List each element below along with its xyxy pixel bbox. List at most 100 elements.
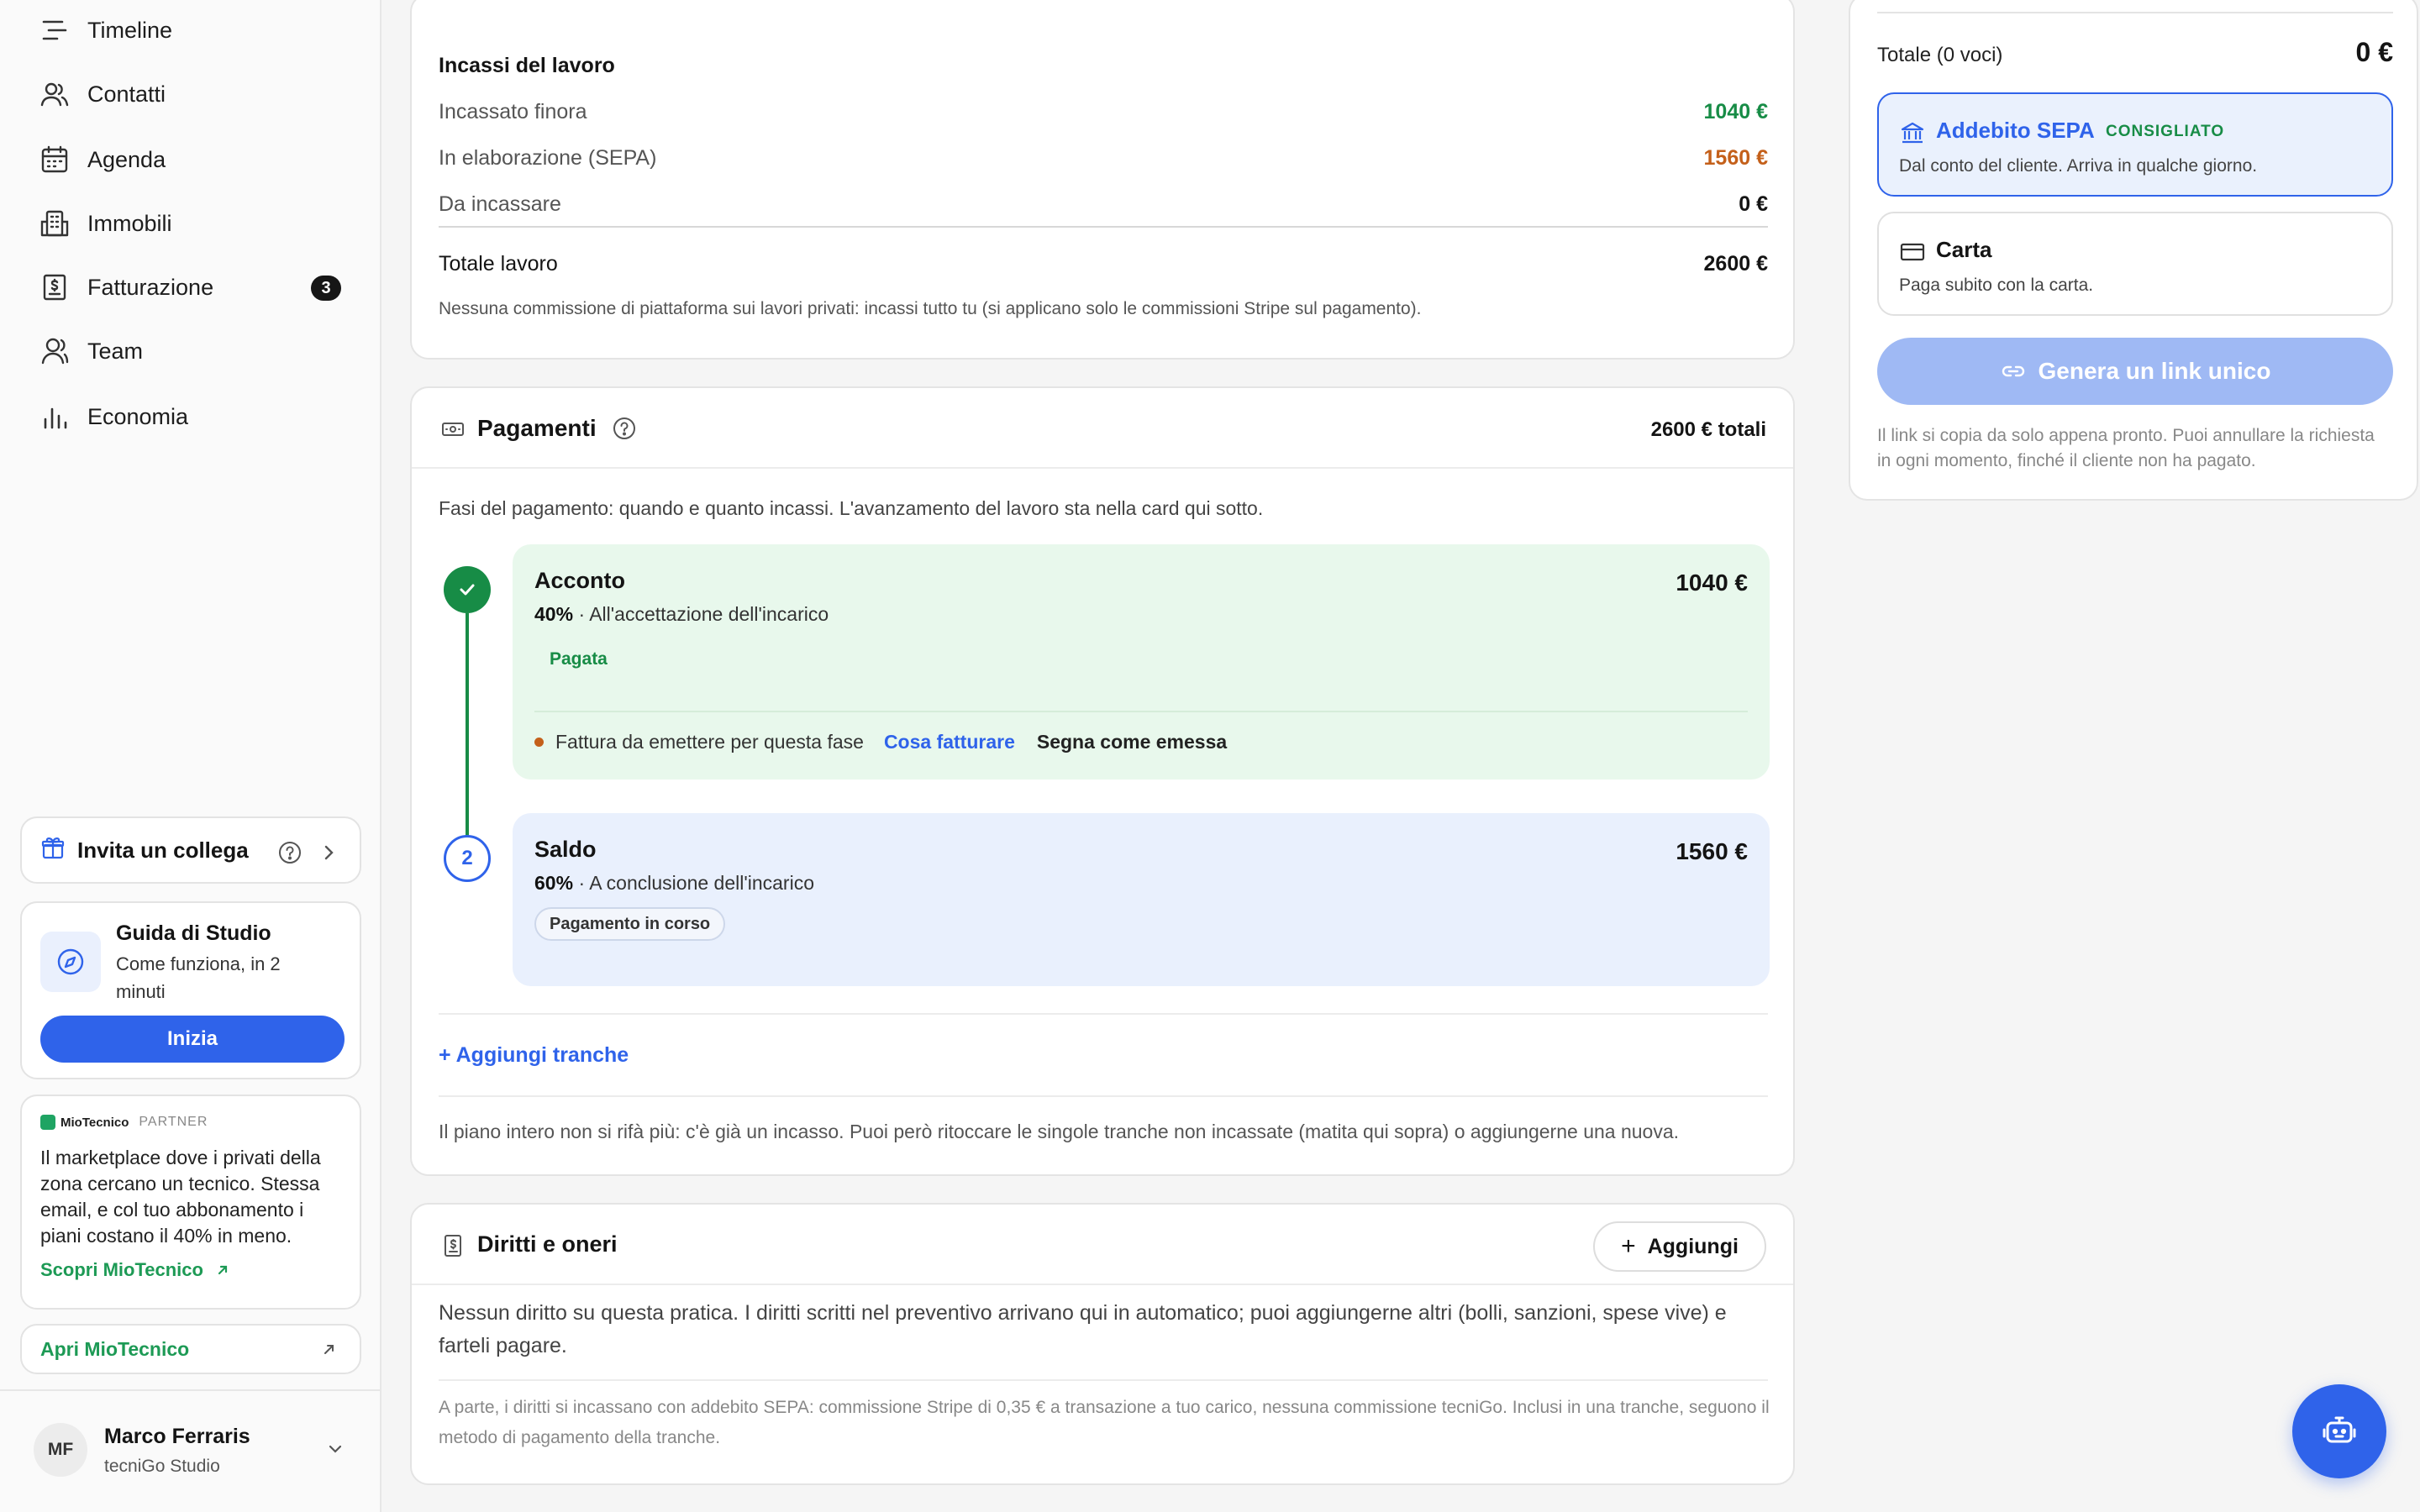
- open-miotecnico-label: Apri MioTecnico: [40, 1337, 190, 1360]
- assistant-button[interactable]: [2292, 1384, 2386, 1478]
- arrow-up-right-icon: [319, 1339, 339, 1359]
- invite-label: Invita un collega: [77, 837, 249, 863]
- stage-amount: 1040 €: [1676, 570, 1748, 596]
- stage-amount: 1560 €: [1676, 838, 1748, 864]
- robot-icon: [2319, 1410, 2360, 1454]
- payment-method-sepa[interactable]: Addebito SEPA CONSIGLIATO Dal conto del …: [1877, 92, 2393, 197]
- generate-link-button[interactable]: Genera un link unico: [1877, 338, 2393, 405]
- mark-as-issued-button[interactable]: Segna come emessa: [1037, 731, 1227, 753]
- nav-label: Contatti: [87, 81, 166, 107]
- stage-name: Saldo: [534, 837, 597, 862]
- income-row-to-collect: Da incassare 0 €: [439, 192, 1768, 217]
- divider: [439, 1095, 1768, 1097]
- stage-name: Acconto: [534, 568, 625, 593]
- open-miotecnico-link[interactable]: Apri MioTecnico: [20, 1324, 361, 1374]
- generate-link-label: Genera un link unico: [2038, 358, 2271, 384]
- guide-subtitle: Come funziona, in 2 minuti: [116, 953, 281, 1002]
- status-badge: Pagamento in corso: [534, 907, 726, 941]
- stage-description: 60% · A conclusione dell'incarico: [534, 872, 814, 894]
- check-icon: [444, 566, 491, 613]
- warning-dot-icon: [534, 738, 544, 747]
- payment-stage-saldo[interactable]: Saldo 1560 € 60% · A conclusione dell'in…: [513, 813, 1770, 986]
- rights-header: Diritti e oneri + Aggiungi: [412, 1205, 1793, 1285]
- rights-empty-text: Nessun diritto su questa pratica. I diri…: [439, 1301, 1727, 1357]
- income-row-collected: Incassato finora 1040 €: [439, 100, 1768, 124]
- payment-method-title: Carta: [1936, 237, 1992, 262]
- what-to-invoice-link[interactable]: Cosa fatturare: [884, 731, 1015, 753]
- user-studio: tecniGo Studio: [104, 1457, 220, 1476]
- start-guide-button[interactable]: Inizia: [40, 1016, 345, 1063]
- payments-intro: Fasi del pagamento: quando e quanto inca…: [439, 497, 1264, 519]
- calendar-icon: [39, 144, 71, 176]
- invite-colleague-card[interactable]: Invita un collega: [20, 816, 361, 884]
- status-badge: Pagata: [550, 649, 608, 669]
- sidebar: Timeline Contatti Agenda Immobili Fattur…: [0, 0, 381, 1512]
- stage-description: 40% · All'accettazione dell'incarico: [534, 603, 829, 625]
- add-label: Aggiungi: [1647, 1234, 1739, 1258]
- plus-icon: +: [1621, 1232, 1636, 1260]
- nav-item-timeline[interactable]: Timeline: [39, 12, 350, 49]
- rights-title: Diritti e oneri: [477, 1231, 618, 1257]
- nav-label: Economia: [87, 403, 189, 429]
- bank-icon: [1899, 119, 1926, 146]
- nav-item-team[interactable]: Team: [39, 333, 350, 370]
- avatar: MF: [34, 1423, 87, 1477]
- total-label: Totale lavoro: [439, 252, 558, 276]
- building-icon: [39, 207, 71, 239]
- notification-badge: 3: [311, 276, 341, 301]
- cash-icon: [440, 417, 466, 442]
- recommended-badge: CONSIGLIATO: [2106, 123, 2225, 140]
- stage-number: 2: [444, 835, 491, 882]
- nav-item-agenda[interactable]: Agenda: [39, 141, 350, 178]
- income-value: 1560 €: [1703, 146, 1768, 170]
- add-tranche-button[interactable]: + Aggiungi tranche: [439, 1043, 629, 1068]
- payments-total: 2600 € totali: [1650, 418, 1766, 441]
- discover-miotecnico-link[interactable]: Scopri MioTecnico: [40, 1259, 341, 1281]
- income-label: Incassato finora: [439, 100, 587, 123]
- receipt-icon: [440, 1233, 466, 1258]
- user-name: Marco Ferraris: [104, 1425, 250, 1448]
- nav-label: Agenda: [87, 146, 166, 172]
- divider: [439, 1013, 1768, 1015]
- link-icon: [2002, 365, 2024, 377]
- payment-method-subtitle: Dal conto del cliente. Arriva in qualche…: [1899, 156, 2258, 176]
- nav-item-immobili[interactable]: Immobili: [39, 205, 350, 242]
- payment-method-card[interactable]: Carta Paga subito con la carta.: [1877, 212, 2393, 316]
- chart-icon: [39, 401, 71, 433]
- divider: [1877, 12, 2393, 13]
- payments-footer-note: Il piano intero non si rifà più: c'è già…: [439, 1121, 1680, 1142]
- nav-label: Team: [87, 338, 144, 364]
- add-right-button[interactable]: + Aggiungi: [1593, 1221, 1766, 1272]
- income-label: Da incassare: [439, 192, 561, 216]
- timeline-icon: [39, 14, 71, 46]
- panel-total-label: Totale (0 voci): [1877, 44, 2003, 66]
- contacts-icon: [39, 78, 71, 110]
- payments-card: Pagamenti 2600 € totali Fasi del pagamen…: [410, 386, 1795, 1176]
- panel-total: Totale (0 voci) 0 €: [1877, 37, 2393, 68]
- invoice-icon: [39, 271, 71, 303]
- help-icon[interactable]: [277, 840, 302, 865]
- payment-stage-acconto[interactable]: Acconto 1040 € 40% · All'accettazione de…: [513, 544, 1770, 780]
- income-label: In elaborazione (SEPA): [439, 146, 657, 170]
- nav-item-contatti[interactable]: Contatti: [39, 76, 350, 113]
- income-value: 0 €: [1739, 192, 1768, 216]
- help-icon[interactable]: [612, 416, 637, 441]
- income-summary-card: Incassi del lavoro Incassato finora 1040…: [410, 0, 1795, 360]
- payment-method-subtitle: Paga subito con la carta.: [1899, 276, 2094, 295]
- nav-label: Fatturazione: [87, 274, 214, 300]
- nav-item-fatturazione[interactable]: Fatturazione 3: [39, 269, 350, 306]
- nav-item-economia[interactable]: Economia: [39, 398, 350, 435]
- user-menu[interactable]: MF Marco Ferraris tecniGo Studio: [0, 1389, 380, 1512]
- nav-label: Immobili: [87, 210, 172, 236]
- income-row-processing: In elaborazione (SEPA) 1560 €: [439, 146, 1768, 171]
- partner-description: Il marketplace dove i privati della zona…: [40, 1147, 321, 1247]
- generate-link-note: Il link si copia da solo appena pronto. …: [1877, 426, 2375, 470]
- total-value: 2600 €: [1703, 252, 1768, 276]
- invoice-note: Fattura da emettere per questa fase: [555, 731, 864, 753]
- nav-label: Timeline: [87, 17, 173, 43]
- chevron-down-icon: [324, 1438, 346, 1460]
- guide-title: Guida di Studio: [116, 921, 271, 945]
- team-icon: [39, 335, 71, 367]
- chevron-right-icon: [318, 842, 339, 864]
- payments-title: Pagamenti: [477, 415, 597, 441]
